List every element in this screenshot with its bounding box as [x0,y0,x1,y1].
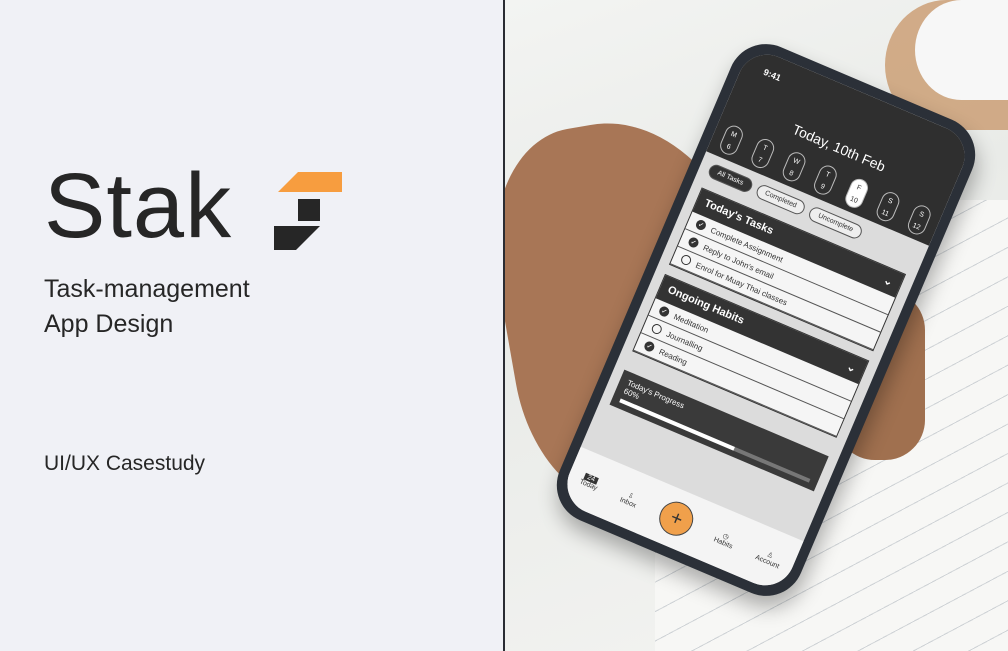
day-chip[interactable]: S 11 [873,189,903,224]
cup [915,0,1008,100]
checkbox-checked-icon[interactable]: ✓ [686,235,701,250]
day-chip[interactable]: T9 [811,162,840,198]
add-task-button[interactable]: + [654,496,699,542]
day-chip-selected[interactable]: F 10 [842,176,871,211]
stak-logo-icon [274,172,342,250]
checkbox-checked-icon[interactable]: ✓ [657,304,671,319]
tab-inbox[interactable]: ⇩ Inbox [619,489,641,509]
day-chip[interactable]: T7 [748,136,777,171]
status-time: 9:41 [762,66,783,84]
subtitle-line: App Design [44,310,174,338]
tab-today[interactable]: 24 Today [578,472,601,492]
subtitle: Task-management App Design [44,272,250,342]
subtitle-line: Task-management [44,275,250,303]
tab-account[interactable]: ♙ Account [754,546,783,570]
brand-logo-text: Stak [44,155,233,257]
title-panel: Stak Task-management App Design UI/UX Ca… [0,0,503,651]
day-chip[interactable]: M6 [717,122,746,158]
checkbox-icon[interactable] [650,322,664,336]
checkbox-checked-icon[interactable]: ✓ [642,339,656,354]
day-chip[interactable]: W8 [779,149,809,185]
day-chip[interactable]: S 12 [905,202,934,238]
chevron-down-icon[interactable]: ⌄ [881,273,895,289]
chevron-down-icon[interactable]: ⌄ [845,360,859,376]
checkbox-checked-icon[interactable]: ✓ [694,218,708,232]
caption: UI/UX Casestudy [44,452,206,475]
checkbox-icon[interactable] [679,253,693,267]
tab-habits[interactable]: ◷ Habits [713,529,737,550]
